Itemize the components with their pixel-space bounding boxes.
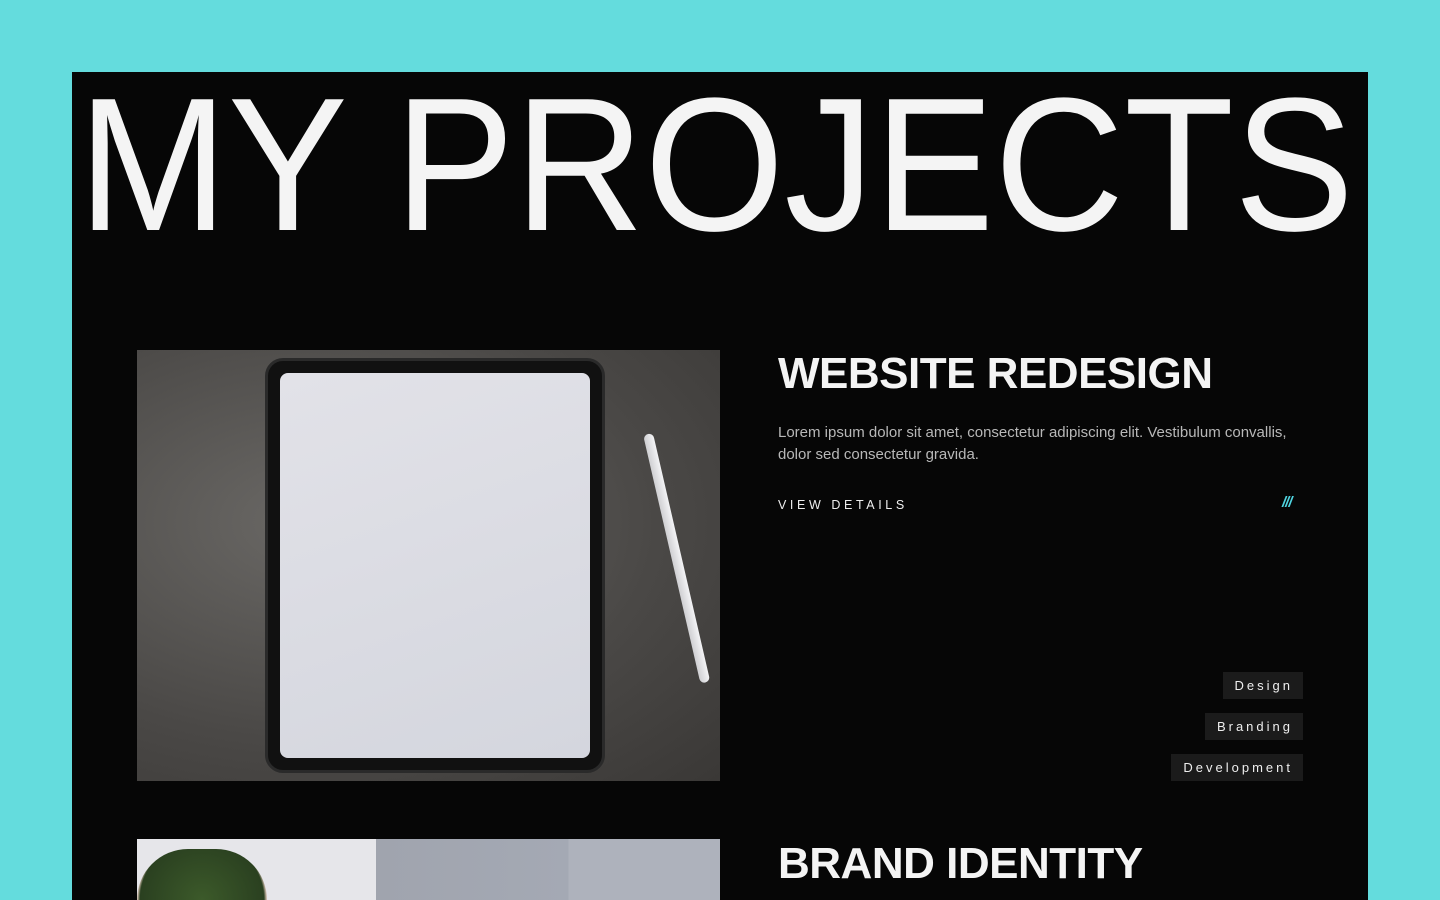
projects-panel: MY PROJECTS WEBSITE REDESIGN Lorem ipsum… (72, 72, 1368, 900)
page-title-svg: MY PROJECTS (78, 88, 1354, 238)
tablet-illustration (265, 358, 605, 773)
tag-branding: Branding (1204, 713, 1303, 740)
project-description: Lorem ipsum dolor sit amet, consectetur … (778, 424, 1287, 463)
project-title: BRAND IDENTITY (778, 839, 1143, 888)
view-details-link[interactable]: VIEW DETAILS (778, 498, 908, 512)
page-title: MY PROJECTS (78, 88, 1354, 238)
plant-illustration (137, 849, 267, 900)
stylus-illustration (643, 432, 711, 684)
tag-design: Design (1222, 672, 1303, 699)
project-image-tablet[interactable] (137, 350, 720, 781)
tag-development: Development (1171, 754, 1303, 781)
project-title: WEBSITE REDESIGN (778, 349, 1213, 398)
slash-decoration-icon: /// (1282, 494, 1292, 511)
project-image-plant[interactable] (137, 839, 720, 900)
